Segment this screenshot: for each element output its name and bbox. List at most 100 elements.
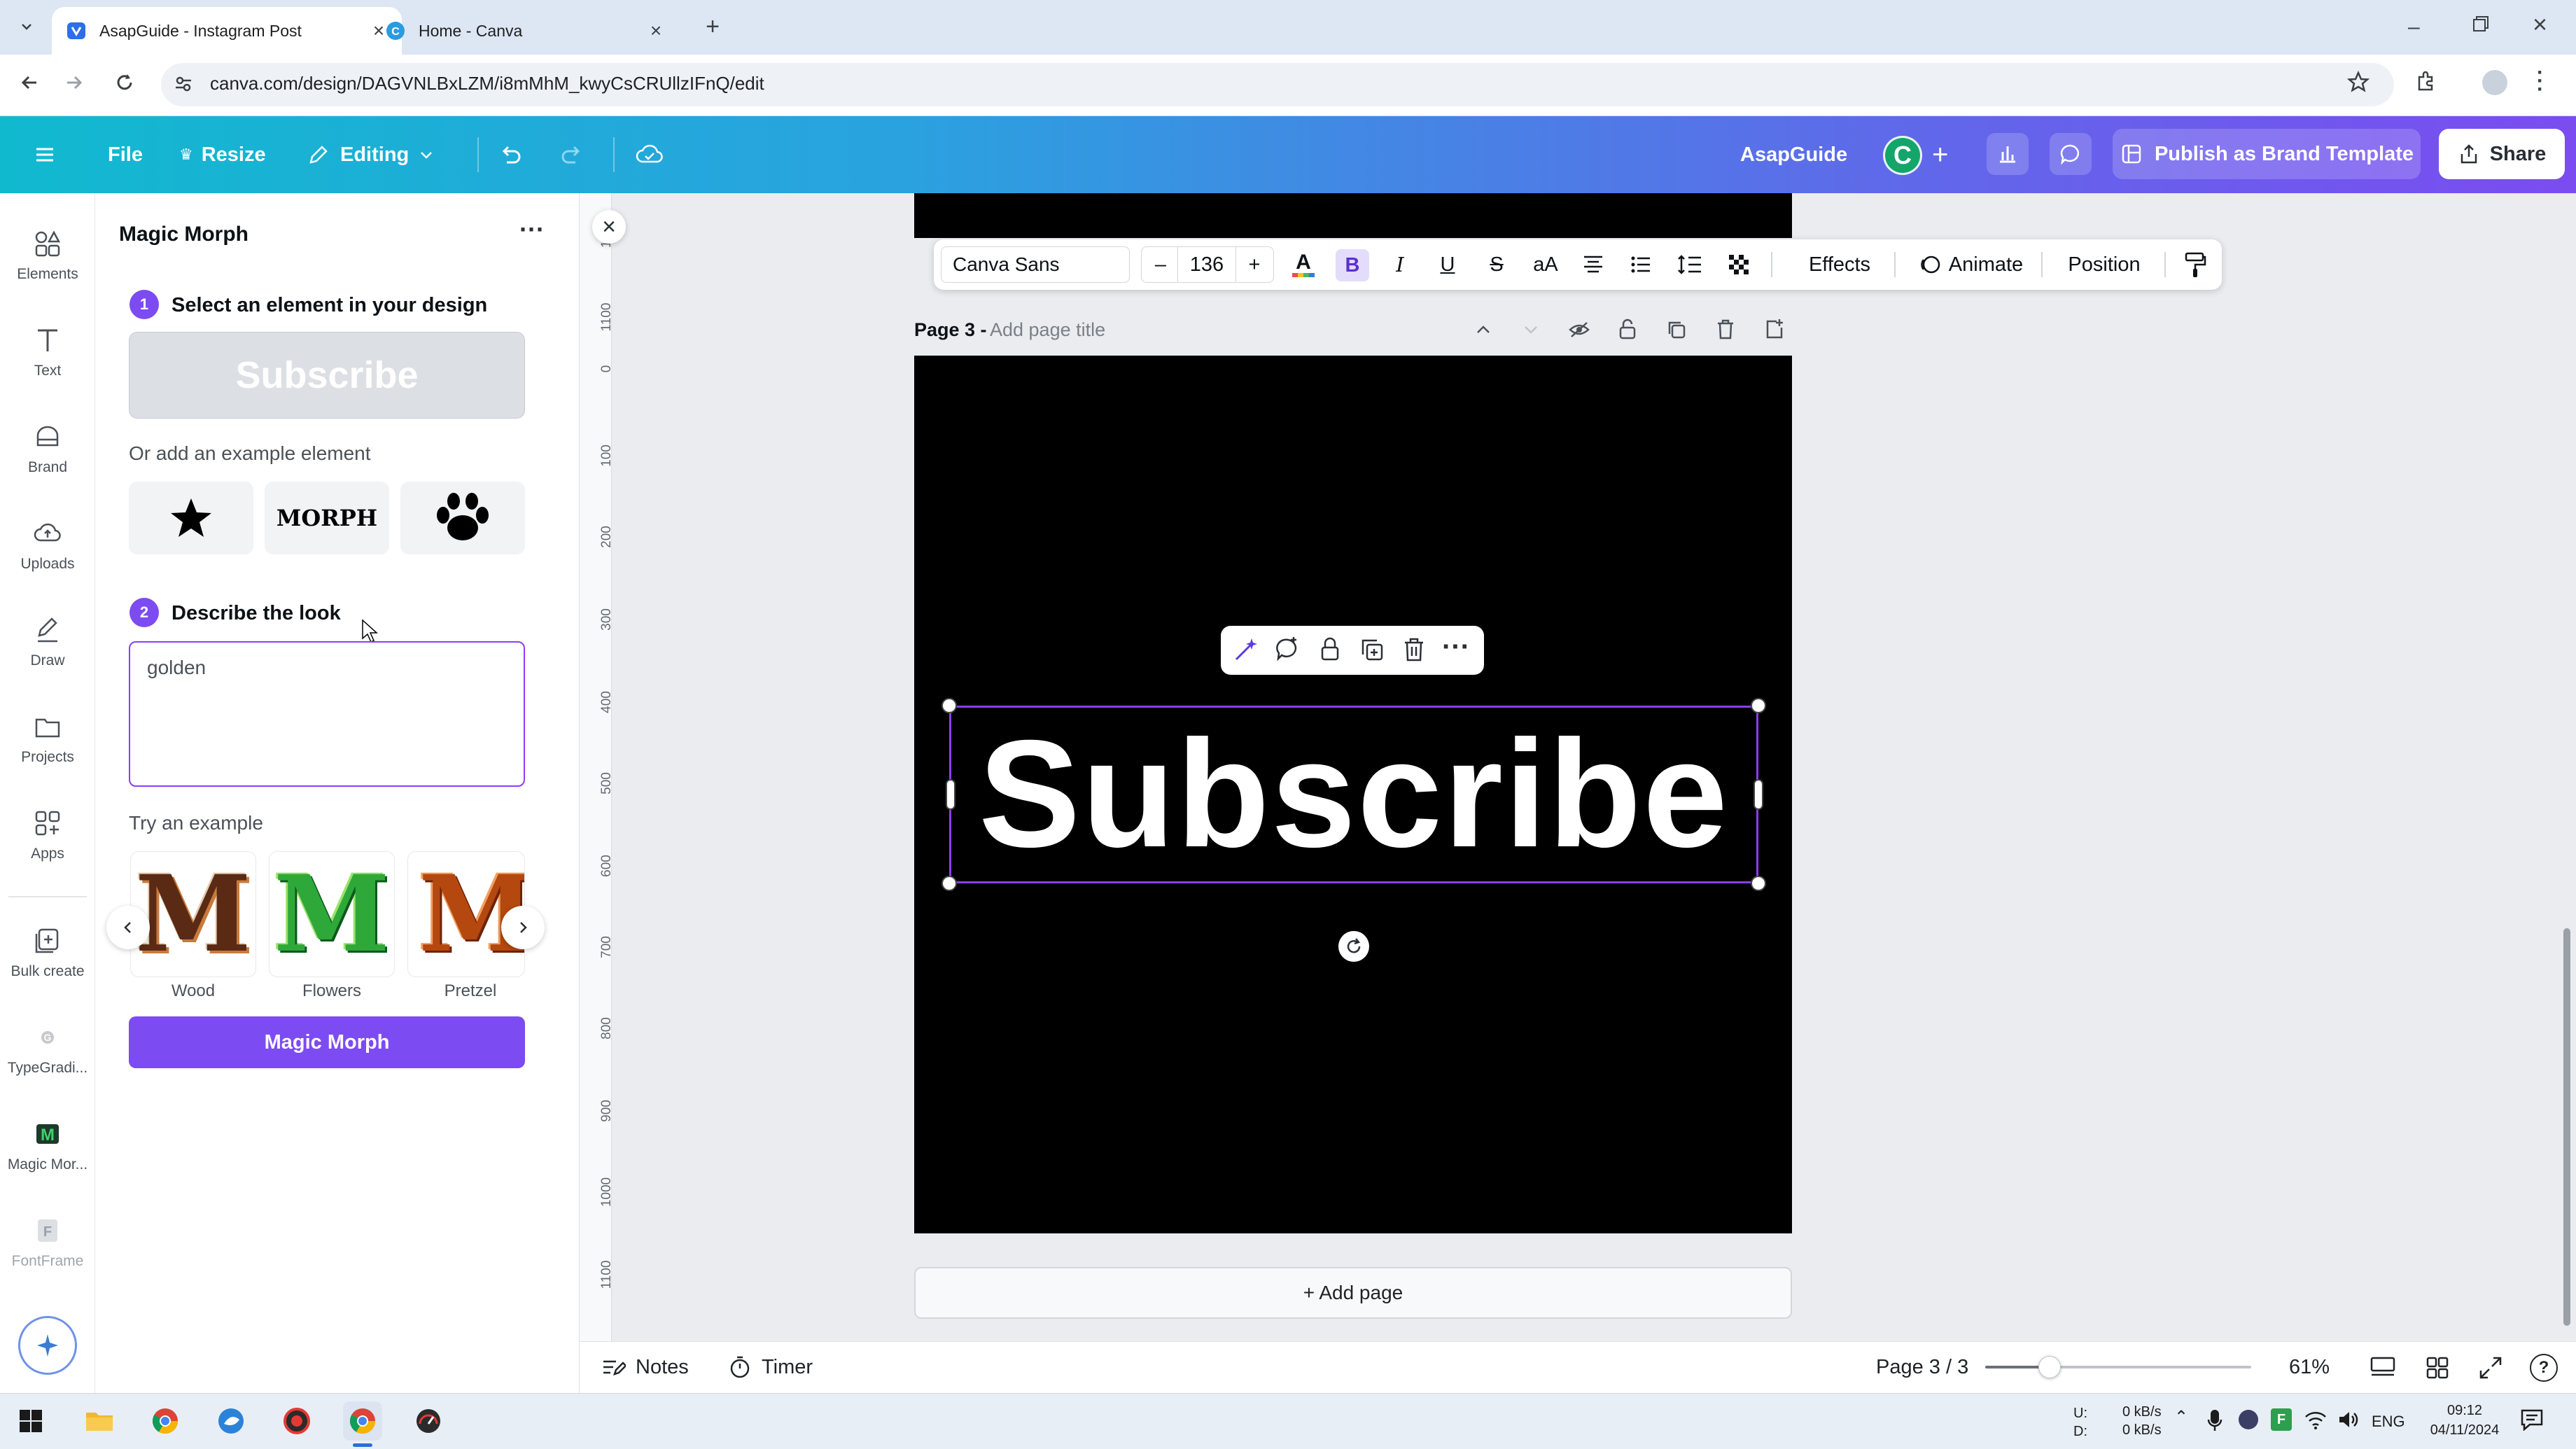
site-info-icon[interactable] [172, 73, 195, 95]
zoom-slider-thumb[interactable] [2038, 1356, 2061, 1378]
page-indicator[interactable]: Page 3 / 3 [1876, 1341, 1968, 1393]
timer-button[interactable]: Timer [728, 1341, 813, 1393]
clock-time[interactable]: 09:12 [2426, 1403, 2503, 1419]
microphone-icon[interactable] [2206, 1408, 2223, 1432]
resize-handle-left[interactable] [946, 779, 955, 810]
reload-icon[interactable] [112, 70, 137, 95]
list-icon[interactable] [1625, 239, 1656, 290]
align-center-icon[interactable] [1578, 239, 1609, 290]
selected-element-preview[interactable]: Subscribe [129, 332, 525, 419]
previous-page-preview[interactable] [914, 193, 1792, 238]
delete-page-icon[interactable] [1715, 318, 1736, 340]
new-tab-icon[interactable]: + [699, 13, 727, 41]
file-explorer-icon[interactable] [80, 1401, 119, 1441]
wifi-icon[interactable] [2304, 1410, 2327, 1429]
add-collaborator-icon[interactable]: + [1932, 116, 1948, 193]
close-panel-icon[interactable]: × [592, 210, 626, 244]
language-indicator[interactable]: ENG [2372, 1413, 2405, 1431]
rail-item-apps[interactable]: Apps [0, 808, 95, 862]
lock-page-icon[interactable] [1617, 318, 1638, 340]
volume-icon[interactable] [2337, 1408, 2359, 1431]
example-star[interactable] [129, 482, 253, 554]
rail-item-magic-morph[interactable]: M Magic Mor... [0, 1119, 95, 1173]
editing-mode-button[interactable]: Editing [307, 116, 434, 193]
publish-brand-template-button[interactable]: Publish as Brand Template [2113, 129, 2421, 179]
effects-button[interactable]: Effects [1798, 239, 1882, 290]
chrome-icon[interactable] [146, 1401, 185, 1441]
undo-icon[interactable] [497, 116, 524, 193]
fullscreen-icon[interactable] [2478, 1355, 2503, 1380]
app-record-icon[interactable] [277, 1401, 316, 1441]
page-up-icon[interactable] [1473, 319, 1494, 340]
example-paw[interactable] [400, 482, 525, 554]
resize-handle-bottom-right[interactable] [1751, 876, 1766, 891]
profile-icon[interactable] [2482, 70, 2507, 95]
underline-icon[interactable]: U [1432, 239, 1463, 290]
pages-view-icon[interactable] [2369, 1355, 2397, 1380]
insights-icon[interactable] [1987, 133, 2029, 175]
user-avatar[interactable]: C [1883, 136, 1922, 175]
carousel-prev-button[interactable] [106, 906, 150, 949]
tray-app-icon[interactable] [2239, 1410, 2258, 1429]
back-icon[interactable] [17, 70, 42, 95]
text-color-icon[interactable]: A [1288, 239, 1319, 290]
bookmark-star-icon[interactable] [2346, 70, 2370, 94]
app-speed-icon[interactable] [409, 1401, 448, 1441]
resize-handle-top-left[interactable] [941, 698, 957, 713]
browser-menu-icon[interactable]: · · · [2537, 62, 2544, 100]
add-page-button[interactable]: + Add page [914, 1267, 1792, 1319]
clock-date[interactable]: 04/11/2024 [2419, 1422, 2510, 1438]
carousel-next-button[interactable] [501, 906, 545, 949]
tab-search-icon[interactable] [13, 13, 41, 41]
italic-icon[interactable]: I [1385, 239, 1415, 290]
font-size-value[interactable]: 136 [1177, 246, 1236, 283]
notes-button[interactable]: Notes [601, 1341, 689, 1393]
tab-home-canva[interactable]: C Home - Canva × [371, 7, 679, 55]
magic-assistant-icon[interactable] [18, 1316, 77, 1375]
zoom-slider-track[interactable] [1985, 1356, 2251, 1378]
animate-button[interactable]: Animate [1911, 239, 2030, 290]
rail-item-text[interactable]: Text [0, 325, 95, 379]
rail-item-elements[interactable]: Elements [0, 228, 95, 283]
grid-view-icon[interactable] [2425, 1355, 2450, 1380]
line-spacing-icon[interactable] [1674, 239, 1705, 290]
close-tab-icon[interactable]: × [647, 20, 665, 41]
rail-item-bulk-create[interactable]: Bulk create [0, 925, 95, 980]
app-bird-icon[interactable] [211, 1401, 251, 1441]
paint-format-icon[interactable] [2177, 239, 2213, 290]
rotate-handle-icon[interactable] [1338, 931, 1369, 962]
example-wood[interactable]: M [130, 851, 256, 977]
brand-name[interactable]: AsapGuide [1740, 116, 1847, 193]
resize-handle-top-right[interactable] [1751, 698, 1766, 713]
tab-asapguide[interactable]: AsapGuide - Instagram Post × [52, 7, 402, 55]
rail-item-brand[interactable]: Brand [0, 421, 95, 476]
tray-chevron-up-icon[interactable]: ⌃ [2174, 1407, 2188, 1427]
page-down-icon[interactable] [1520, 319, 1541, 340]
main-menu-icon[interactable] [32, 116, 57, 193]
redo-icon[interactable] [559, 116, 585, 193]
share-button[interactable]: Share [2439, 129, 2565, 179]
duplicate-page-icon[interactable] [1666, 319, 1687, 340]
cloud-sync-icon[interactable] [634, 116, 665, 193]
forward-icon[interactable] [62, 70, 87, 95]
page-title-input[interactable]: Add page title [990, 319, 1105, 341]
example-morph-text[interactable]: MORPH [265, 482, 389, 554]
rail-item-draw[interactable]: Draw [0, 615, 95, 669]
delete-element-icon[interactable] [1400, 636, 1428, 664]
file-menu[interactable]: File [108, 116, 143, 193]
tray-green-app-icon[interactable]: F [2271, 1408, 2292, 1431]
chrome-active-icon[interactable] [343, 1401, 382, 1441]
resize-handle-bottom-left[interactable] [941, 876, 957, 891]
zoom-level[interactable]: 61% [2289, 1341, 2330, 1393]
position-button[interactable]: Position [2055, 239, 2153, 290]
comment-icon[interactable] [2050, 133, 2092, 175]
help-icon[interactable]: ? [2530, 1354, 2558, 1382]
restore-icon[interactable] [2471, 14, 2491, 34]
close-window-icon[interactable]: × [2533, 10, 2547, 39]
font-size-decrease[interactable]: – [1147, 239, 1175, 290]
more-options-icon[interactable]: ··· [519, 217, 545, 242]
transparency-icon[interactable] [1723, 239, 1754, 290]
rail-item-fontframe[interactable]: F FontFrame [0, 1215, 95, 1270]
rail-item-typegradient[interactable]: G TypeGradi... [0, 1022, 95, 1077]
notifications-icon[interactable] [2520, 1408, 2544, 1431]
